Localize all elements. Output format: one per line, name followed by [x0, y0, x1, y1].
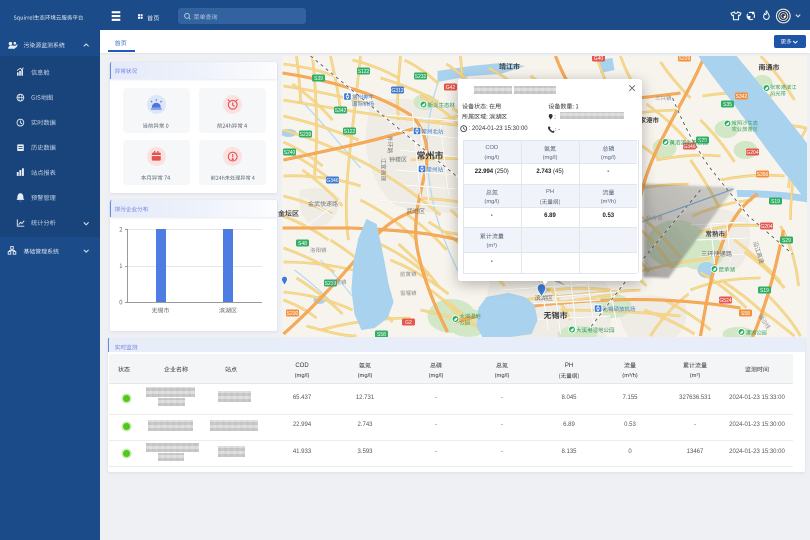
svg-text:S48: S48	[298, 241, 307, 247]
svg-text:S19: S19	[760, 288, 769, 294]
svg-text:S342: S342	[334, 108, 346, 114]
svg-text:G524: G524	[719, 298, 731, 304]
svg-text:S35: S35	[723, 102, 732, 108]
svg-text:S122: S122	[357, 69, 369, 75]
svg-text:G312: G312	[391, 88, 403, 94]
svg-text:S342: S342	[735, 94, 747, 100]
svg-text:G40: G40	[593, 56, 603, 62]
svg-text:G346: G346	[683, 144, 695, 150]
svg-text:S58: S58	[377, 332, 386, 337]
svg-text:G2: G2	[405, 320, 412, 326]
svg-text:S356: S356	[756, 172, 768, 178]
svg-text:G204: G204	[746, 150, 758, 156]
svg-text:S230: S230	[286, 311, 298, 317]
svg-text:S232: S232	[414, 74, 426, 80]
svg-text:S19: S19	[771, 199, 780, 205]
svg-text:G42: G42	[445, 85, 455, 91]
svg-text:S39: S39	[314, 76, 323, 82]
svg-text:S58: S58	[741, 311, 750, 317]
svg-text:S240: S240	[283, 150, 295, 156]
svg-text:G346: G346	[326, 178, 338, 184]
svg-text:S29: S29	[782, 238, 791, 244]
svg-text:S29: S29	[698, 138, 707, 144]
svg-text:S122: S122	[343, 129, 355, 135]
svg-text:S239: S239	[299, 132, 311, 138]
svg-text:S229: S229	[678, 56, 690, 62]
svg-text:G204: G204	[760, 224, 772, 230]
svg-text:S239: S239	[324, 281, 336, 287]
